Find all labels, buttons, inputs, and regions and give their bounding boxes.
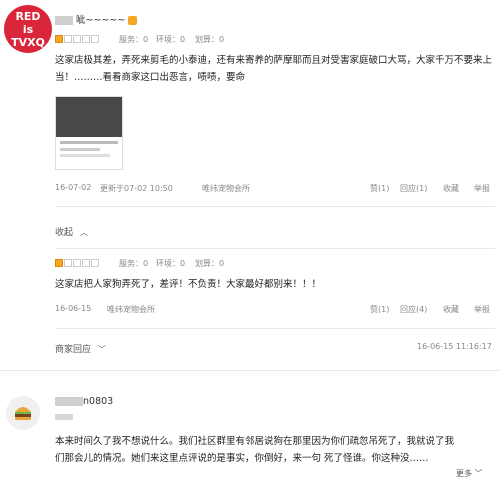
avatar-text: TVXQ (11, 36, 45, 49)
review-text: 这家店极其差，弄死来剪毛的小泰迪，还有来寄养的萨摩耶而且对受害家庭破口大骂，大家… (55, 55, 493, 83)
star-icon (91, 259, 99, 267)
star-icon (55, 259, 63, 267)
collapse-button[interactable]: 收起 ︿ (55, 225, 88, 238)
favorite-button[interactable]: 收藏 (443, 304, 459, 315)
review-date: 16-07-02 (55, 183, 92, 192)
divider (0, 370, 500, 371)
like-button[interactable]: 赞(1) (370, 304, 389, 315)
username[interactable]: 呲~~~~~ (55, 12, 138, 26)
avatar-text: RED (15, 10, 41, 23)
shop-link[interactable]: 唯纬宠物会所 (107, 304, 155, 315)
star-icon (82, 259, 90, 267)
star-icon (64, 35, 72, 43)
reply-time: 16-06-15 11:16:17 (417, 342, 492, 351)
star-icon (91, 35, 99, 43)
avatar-text: is (22, 23, 34, 36)
review-text-line: 们那会儿的情况。她们来这里点评说的是事实，你倒好，来一句 死了怪谁。你这种没…… (55, 453, 429, 464)
reply-button[interactable]: 回应(1) (400, 183, 427, 194)
score-service: 服务：0 (119, 35, 149, 44)
score-value: 划算：0 (195, 35, 225, 44)
score-service: 服务：0 (119, 259, 149, 268)
username[interactable]: n0803 (55, 396, 113, 407)
review-updated: 更新于07-02 10:50 (100, 184, 173, 193)
score-env: 环境：0 (156, 35, 186, 44)
score-env: 环境：0 (156, 259, 186, 268)
star-icon (55, 35, 63, 43)
more-button[interactable]: 更多 ﹀ (456, 468, 483, 479)
rating-stars (55, 34, 100, 44)
like-button[interactable]: 赞(1) (370, 183, 389, 194)
avatar[interactable]: RED is TVXQ (4, 5, 52, 53)
favorite-button[interactable]: 收藏 (443, 183, 459, 194)
star-icon (73, 259, 81, 267)
burger-icon (15, 407, 31, 420)
blurred-name (55, 16, 73, 25)
chevron-down-icon: ﹀ (97, 345, 106, 354)
review-photo[interactable] (55, 96, 123, 170)
star-icon (82, 35, 90, 43)
vip-icon (128, 16, 138, 25)
divider (55, 328, 495, 329)
review-text: 这家店把人家狗弄死了，差评！不负责！大家最好都别来！！！ (55, 279, 322, 290)
report-button[interactable]: 举报 (474, 183, 490, 194)
reply-button[interactable]: 回应(4) (400, 304, 427, 315)
chevron-up-icon: ︿ (79, 228, 88, 237)
blurred-name (55, 397, 83, 406)
review-text-line: 本来时间久了我不想说什么。我们社区群里有邻居说狗在那里因为你们疏忽吊死了，我就说… (55, 436, 455, 447)
avatar[interactable] (6, 396, 40, 430)
divider (55, 206, 495, 207)
rating-stars (55, 258, 100, 268)
chevron-down-icon: ﹀ (474, 469, 483, 478)
merchant-reply-toggle[interactable]: 商家回应 ﹀ (55, 342, 106, 355)
report-button[interactable]: 举报 (474, 304, 490, 315)
star-icon (73, 35, 81, 43)
review-date: 16-06-15 (55, 304, 92, 313)
star-icon (64, 259, 72, 267)
score-value: 划算：0 (195, 259, 225, 268)
divider (55, 248, 495, 249)
user-level-badge (55, 414, 73, 420)
shop-link[interactable]: 唯纬宠物会所 (202, 183, 250, 194)
